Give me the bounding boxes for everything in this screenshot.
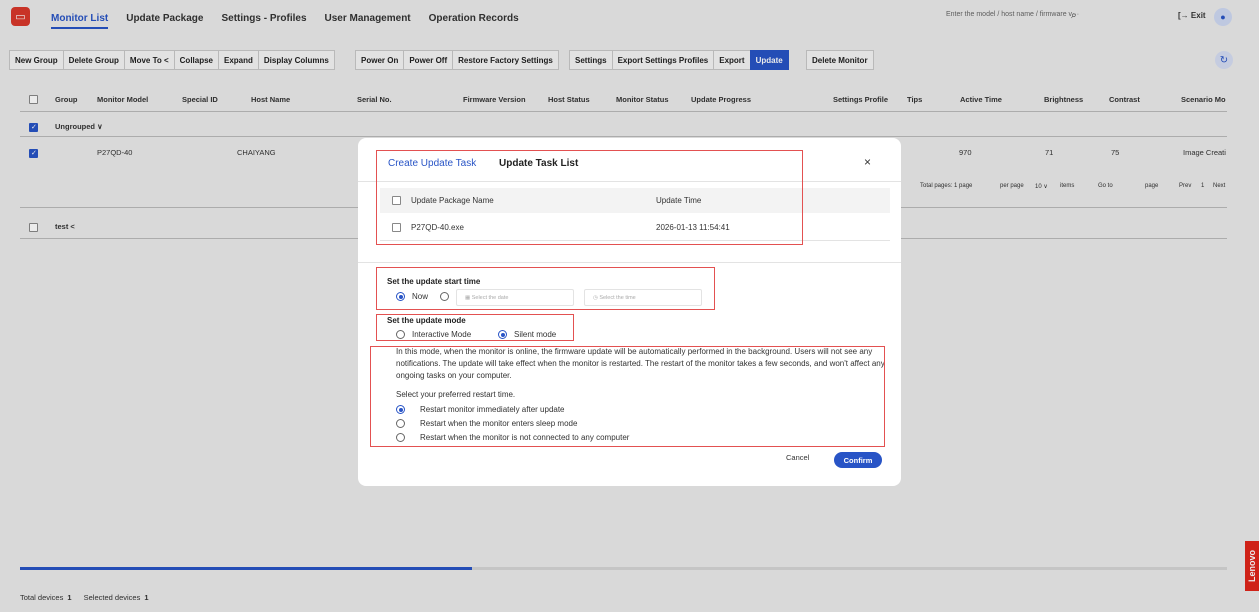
close-icon[interactable]: ×	[864, 155, 871, 169]
update-task-dialog: Create Update Task Update Task List × Up…	[358, 138, 901, 486]
highlight-box-start-time	[376, 267, 715, 310]
highlight-box-package	[376, 150, 803, 245]
highlight-box-mode	[376, 314, 574, 341]
confirm-button[interactable]: Confirm	[834, 452, 882, 468]
highlight-box-description	[370, 346, 885, 447]
cancel-button[interactable]: Cancel	[786, 453, 809, 462]
divider	[358, 262, 901, 263]
